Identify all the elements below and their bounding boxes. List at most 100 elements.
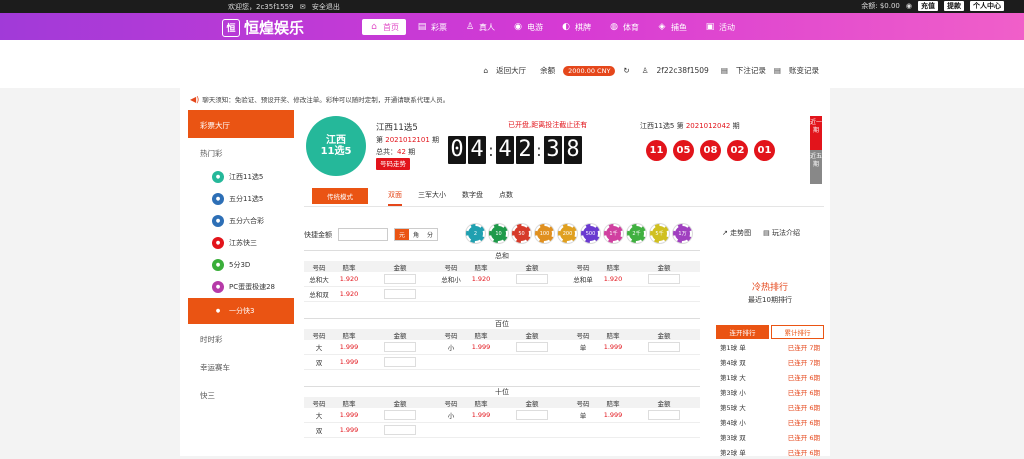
trend-button[interactable]: 号码走势 <box>376 158 410 170</box>
game-icon: ● <box>212 305 224 317</box>
sidebar-group-race[interactable]: 幸运赛车 <box>188 352 294 380</box>
nav-item[interactable]: ⌂ 首页 <box>362 19 406 35</box>
sidebar-item[interactable]: ● 五分11选5 <box>188 188 294 210</box>
nav-item[interactable]: ◐ 棋牌 <box>554 19 598 35</box>
bet-odds: 1.999 <box>339 358 359 366</box>
hot-row: 第4球 小 已连开 6期 <box>716 414 824 429</box>
amount-input[interactable] <box>516 410 548 420</box>
bet-name: 总和小 <box>441 276 461 284</box>
nav-label: 体育 <box>623 22 639 32</box>
sidebar-item[interactable]: ● 五分六合彩 <box>188 210 294 232</box>
sidebar-item[interactable]: ● 一分快3 <box>188 298 294 324</box>
tab-streak[interactable]: 连开排行 <box>716 325 769 339</box>
rules-link[interactable]: ▤ 玩法介绍 <box>763 228 800 238</box>
sidebar-group-time[interactable]: 时时彩 <box>188 324 294 352</box>
trade-record-link[interactable]: 账变记录 <box>789 65 819 76</box>
amount-cell <box>364 274 436 284</box>
bet-chip[interactable]: 1千 <box>604 224 623 243</box>
play-tab[interactable]: 数字盘 <box>462 190 483 206</box>
amount-input[interactable] <box>384 425 416 435</box>
tab-last-five[interactable]: 近五期 <box>810 150 822 184</box>
header-odds: 赔率 <box>342 263 356 272</box>
header-odds: 赔率 <box>474 263 488 272</box>
sidebar-item[interactable]: ● 江苏快三 <box>188 232 294 254</box>
unit-fen[interactable]: 分 <box>423 229 437 240</box>
sidebar-item[interactable]: ● 5分3D <box>188 254 294 276</box>
amount-input[interactable] <box>516 342 548 352</box>
bet-chip[interactable]: 2千 <box>627 224 646 243</box>
nav-item[interactable]: ◍ 体育 <box>602 19 646 35</box>
tab-cumulative[interactable]: 累计排行 <box>771 325 824 339</box>
bet-name: 总和单 <box>573 276 593 284</box>
eye-icon[interactable]: ◉ <box>906 2 912 10</box>
bet-chip[interactable]: 500 <box>581 224 600 243</box>
issue-suffix: 期 <box>432 136 440 144</box>
mail-icon[interactable]: ✉ <box>300 3 306 11</box>
sidebar-item[interactable]: ● 江西11选5 <box>188 166 294 188</box>
result-vtabs: 近一期 近五期 <box>810 116 822 184</box>
bet-chip[interactable]: 100 <box>535 224 554 243</box>
bet-chip[interactable]: 5千 <box>650 224 669 243</box>
amount-cell <box>496 274 568 284</box>
nav-items: ⌂ 首页 ▤ 彩票 ♙ 真人 ◉ 电游 ◐ 棋牌 ◍ 体育 ◈ 捕鱼 ▣ 活动 <box>362 19 742 35</box>
hot-value: 已连开 6期 <box>787 373 820 382</box>
logout-link[interactable]: 安全退出 <box>312 3 340 11</box>
countdown-colon: : <box>536 140 542 160</box>
sidebar-group-hot[interactable]: 热门彩 <box>188 138 294 166</box>
unit-yuan[interactable]: 元 <box>395 229 409 240</box>
trend-chart-label: 走势图 <box>730 229 752 237</box>
amount-input[interactable] <box>384 357 416 367</box>
recharge-button[interactable]: 充值 <box>918 1 938 11</box>
bet-row: 总和双 1.920 <box>304 287 700 302</box>
nav-label: 首页 <box>383 22 399 32</box>
traditional-mode-button[interactable]: 传统模式 <box>312 188 368 204</box>
nav-item[interactable]: ◈ 捕鱼 <box>650 19 694 35</box>
table-header: 号码 赔率 金额 号码 赔率 金额 号码 赔率 金额 <box>304 261 700 272</box>
play-tab[interactable]: 点数 <box>499 190 513 206</box>
bet-chip[interactable]: 1万 <box>673 224 692 243</box>
amount-input[interactable] <box>384 410 416 420</box>
sidebar-item-label: 江西11选5 <box>229 173 264 181</box>
bet-chip[interactable]: 10 <box>489 224 508 243</box>
amount-cell <box>364 342 436 352</box>
bet-chip[interactable]: 2 <box>466 224 485 243</box>
nav-item[interactable]: ♙ 真人 <box>458 19 502 35</box>
sidebar-item-label: 五分六合彩 <box>229 217 264 225</box>
sidebar-item[interactable]: ● PC蛋蛋极速28 <box>188 276 294 298</box>
amount-input[interactable] <box>384 342 416 352</box>
quick-amount-input[interactable] <box>338 228 388 241</box>
amount-input[interactable] <box>648 274 680 284</box>
nav-item[interactable]: ▣ 活动 <box>698 19 742 35</box>
hot-row: 第2球 单 已连开 6期 <box>716 444 824 459</box>
countdown-digit: 2 <box>516 136 534 164</box>
nav-item[interactable]: ◉ 电游 <box>506 19 550 35</box>
bet-record-link[interactable]: 下注记录 <box>736 65 766 76</box>
amount-input[interactable] <box>648 410 680 420</box>
nav-item[interactable]: ▤ 彩票 <box>410 19 454 35</box>
hot-key: 第1球 大 <box>720 373 746 382</box>
amount-input[interactable] <box>516 274 548 284</box>
play-tab[interactable]: 双面 <box>388 190 402 206</box>
personal-center-button[interactable]: 个人中心 <box>970 1 1004 11</box>
amount-input[interactable] <box>648 342 680 352</box>
brand-logo[interactable]: 恒 恒煌娱乐 <box>222 17 304 38</box>
sidebar-group-k3[interactable]: 快三 <box>188 380 294 408</box>
bet-chip[interactable]: 50 <box>512 224 531 243</box>
result-ball: 01 <box>754 140 775 161</box>
unit-selector: 元 角 分 <box>394 228 438 241</box>
nav-label: 活动 <box>719 22 735 32</box>
bet-name: 大 <box>315 344 323 352</box>
sidebar-head[interactable]: 彩票大厅 <box>188 110 294 138</box>
amount-input[interactable] <box>384 289 416 299</box>
amount-input[interactable] <box>384 274 416 284</box>
withdraw-button[interactable]: 提款 <box>944 1 964 11</box>
tab-last-one[interactable]: 近一期 <box>810 116 822 150</box>
play-tab[interactable]: 三军大小 <box>418 190 446 206</box>
refresh-icon[interactable]: ↻ <box>623 66 629 75</box>
countdown-digit: 4 <box>468 136 486 164</box>
unit-jiao[interactable]: 角 <box>409 229 423 240</box>
bet-chip[interactable]: 200 <box>558 224 577 243</box>
notice-text: 聊天须知：免验证、预设开奖、修改注单。彩种可以随时定制，开通请联系代理人员。 <box>202 96 450 104</box>
trend-chart-link[interactable]: ↗ 走势图 <box>722 228 751 238</box>
back-hall-link[interactable]: 返回大厅 <box>496 65 526 76</box>
